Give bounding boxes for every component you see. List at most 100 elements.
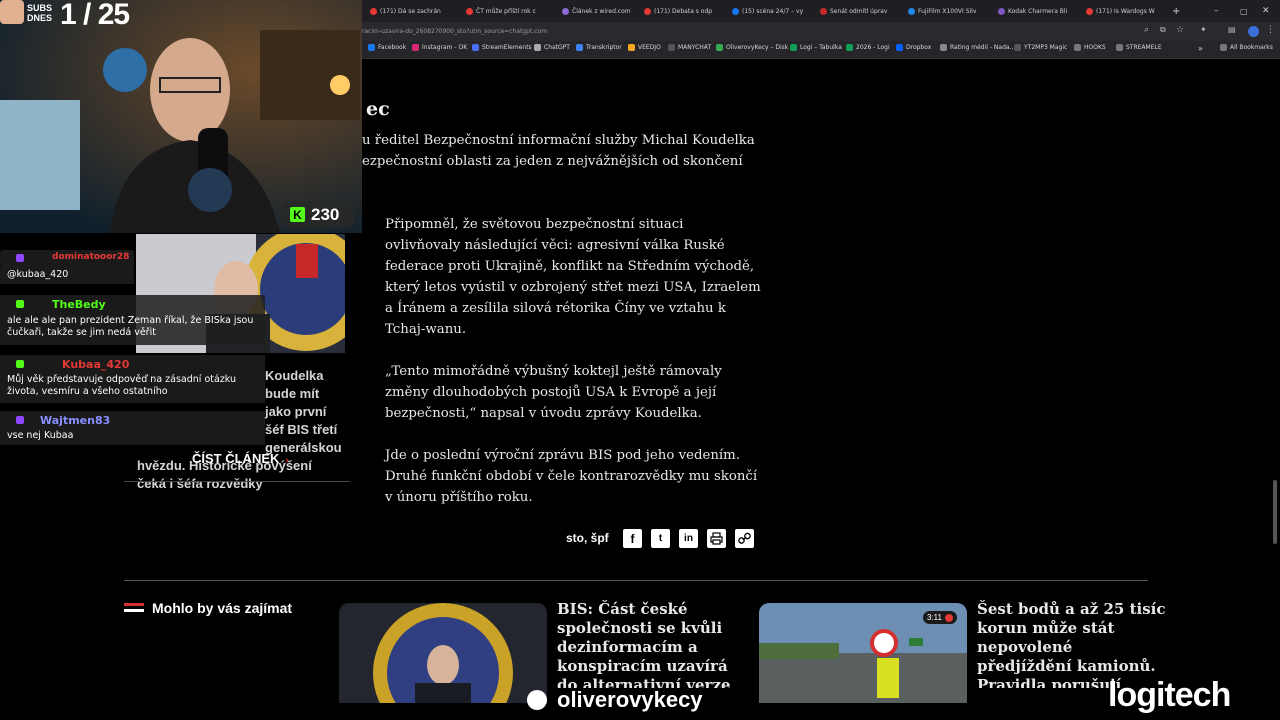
chevron-right-icon: › bbox=[285, 455, 289, 466]
search-icon[interactable]: ⌕ bbox=[1144, 25, 1149, 35]
all-bookmarks[interactable]: All Bookmarks bbox=[1220, 44, 1273, 51]
browser-tab[interactable]: Kodak Charmera Bli bbox=[998, 3, 1082, 19]
browser-tab[interactable]: ČT může příští rok c bbox=[466, 3, 558, 19]
link-glyph bbox=[738, 532, 751, 544]
minimize-window-icon[interactable]: – bbox=[1214, 3, 1224, 19]
browser-tab[interactable]: (15) scéna 24/7 – vy bbox=[732, 3, 816, 19]
tab-favicon-icon bbox=[370, 7, 377, 15]
tab-favicon-icon bbox=[998, 7, 1005, 15]
tab-strip: (171) Dá se zachrán ČT může příští rok c… bbox=[362, 0, 1280, 22]
url-field[interactable]: racim-uzavira-do_2608270900_sto?utm_sour… bbox=[362, 24, 547, 39]
bookmark-favicon-icon bbox=[846, 44, 853, 51]
tab-favicon-icon bbox=[1086, 7, 1093, 15]
related-thumbnail[interactable] bbox=[339, 603, 547, 703]
article-intro: u ředitel Bezpečnostní informační služby… bbox=[362, 133, 755, 169]
article-body: Připomněl, že světovou bezpečnostní situ… bbox=[385, 214, 765, 508]
tab-favicon-icon bbox=[732, 7, 739, 15]
browser-tab[interactable]: Článek z wired.com bbox=[562, 3, 646, 19]
related-flag-icon bbox=[124, 603, 144, 613]
chat-message: TheBedy ale ale ale pan prezident Zeman … bbox=[0, 295, 265, 345]
browser-tab[interactable]: Senát odmítl úprav bbox=[820, 3, 904, 19]
sidebar-card-text[interactable]: Koudelka bude mít jako první šéf BIS tře… bbox=[137, 367, 342, 493]
play-icon bbox=[944, 613, 953, 622]
bookmark-favicon-icon bbox=[1014, 44, 1021, 51]
subs-label: SUBS DNES bbox=[27, 3, 53, 23]
bookmark-item[interactable]: 2026 - Logi bbox=[846, 44, 890, 51]
chat-message: @kubaa_420 bbox=[0, 267, 134, 284]
channel-logo-icon bbox=[527, 690, 547, 710]
close-window-icon[interactable]: ✕ bbox=[1262, 3, 1272, 19]
bookmark-item[interactable]: MANYCHAT bbox=[668, 44, 711, 51]
new-tab-button[interactable]: + bbox=[1172, 3, 1186, 19]
bookmark-item[interactable]: Logi – Tabulka bbox=[790, 44, 842, 51]
linkedin-share-icon[interactable]: in bbox=[679, 529, 698, 548]
bookmark-item[interactable]: Facebook bbox=[368, 44, 406, 51]
address-bar: racim-uzavira-do_2608270900_sto?utm_sour… bbox=[362, 22, 1280, 41]
browser-tab[interactable]: (171) Dá se zachrán bbox=[370, 3, 462, 19]
sidebar-icon[interactable]: ▤ bbox=[1228, 25, 1236, 34]
bookmark-item[interactable]: Instagram - OK bbox=[412, 44, 467, 51]
bookmark-item[interactable]: HOOKS bbox=[1074, 44, 1106, 51]
article-author: sto, špf bbox=[566, 531, 609, 545]
bookmark-favicon-icon bbox=[534, 44, 541, 51]
browser-tab[interactable]: (171) Is Wardogs W bbox=[1086, 3, 1168, 19]
facebook-share-icon[interactable]: f bbox=[623, 529, 642, 548]
bookmark-favicon-icon bbox=[790, 44, 797, 51]
twitter-share-icon[interactable]: t bbox=[651, 529, 670, 548]
section-divider bbox=[124, 580, 1148, 581]
bookmark-star-icon[interactable]: ☆ bbox=[1176, 25, 1184, 35]
read-article-button[interactable]: ČÍST ČLÁNEK › bbox=[192, 451, 289, 466]
article-paragraph: Připomněl, že světovou bezpečnostní situ… bbox=[385, 217, 761, 337]
bookmark-favicon-icon bbox=[628, 44, 635, 51]
kick-viewers-badge: K 230 bbox=[282, 201, 354, 228]
menu-dots-icon[interactable]: ⋮ bbox=[1266, 25, 1275, 35]
chat-badge-icon bbox=[16, 416, 24, 424]
folder-icon bbox=[1116, 44, 1123, 51]
extensions-icon[interactable]: ✦ bbox=[1200, 25, 1207, 34]
bookmark-item[interactable]: VEEDJO bbox=[628, 44, 661, 51]
bookmark-item[interactable]: Dropbox bbox=[896, 44, 931, 51]
bookmark-item[interactable]: OliverovyKecy – Disk bbox=[716, 44, 788, 51]
print-icon[interactable] bbox=[707, 529, 726, 548]
more-bookmarks-icon[interactable]: » bbox=[1198, 44, 1203, 53]
bookmark-favicon-icon bbox=[716, 44, 723, 51]
bookmark-item[interactable]: Rating médií - Nada... bbox=[940, 44, 1015, 51]
article-paragraph: „Tento mimořádně výbušný koktejl ještě r… bbox=[385, 364, 722, 421]
printer-glyph bbox=[710, 532, 723, 545]
bookmark-favicon-icon bbox=[472, 44, 479, 51]
bookmarks-bar: Facebook Instagram - OK StreamElements C… bbox=[362, 41, 1280, 59]
related-item-title[interactable]: BIS: Část české společnosti se kvůli dez… bbox=[557, 600, 731, 688]
sidebar-divider bbox=[124, 481, 350, 482]
copy-link-icon[interactable] bbox=[735, 529, 754, 548]
maximize-window-icon[interactable]: ▢ bbox=[1240, 3, 1250, 19]
kick-badge-icon bbox=[16, 360, 24, 368]
tab-favicon-icon bbox=[466, 7, 473, 15]
browser-tab[interactable]: FujiFilm X100VI Silv bbox=[908, 3, 994, 19]
chat-badge-icon bbox=[16, 254, 24, 262]
bis-emblem-image bbox=[339, 603, 547, 703]
bookmark-item[interactable]: StreamElements bbox=[472, 44, 532, 51]
tab-favicon-icon bbox=[908, 7, 915, 15]
chat-header-row: dominatooor28 bbox=[0, 250, 134, 267]
related-heading: Mohlo by vás zajímat bbox=[152, 600, 293, 616]
profile-avatar[interactable] bbox=[1248, 26, 1259, 37]
subs-avatar-icon bbox=[0, 0, 24, 24]
page-scrollbar[interactable] bbox=[1273, 480, 1277, 544]
tab-favicon-icon bbox=[562, 7, 569, 15]
tab-favicon-icon bbox=[820, 7, 827, 15]
related-item-title[interactable]: Šest bodů a až 25 tisíc korun může stát … bbox=[977, 600, 1165, 688]
bookmark-favicon-icon bbox=[940, 44, 947, 51]
bookmark-favicon-icon bbox=[896, 44, 903, 51]
install-icon[interactable]: ⧉ bbox=[1160, 25, 1166, 35]
bookmark-favicon-icon bbox=[368, 44, 375, 51]
streamer-camera-image bbox=[0, 0, 362, 233]
bookmark-item[interactable]: STREAMELE bbox=[1116, 44, 1162, 51]
bookmark-item[interactable]: Transkriptor bbox=[576, 44, 622, 51]
channel-watermark: oliverovykecy bbox=[527, 687, 703, 713]
browser-tab[interactable]: (171) Debata s odp bbox=[644, 3, 730, 19]
bookmark-item[interactable]: YT2MP3 Magic bbox=[1014, 44, 1067, 51]
subs-counter: 1 / 25 bbox=[60, 0, 130, 31]
webcam-feed bbox=[0, 0, 362, 233]
bookmark-item[interactable]: ChatGPT bbox=[534, 44, 570, 51]
article-paragraph: Jde o poslední výroční zprávu BIS pod je… bbox=[385, 448, 758, 505]
